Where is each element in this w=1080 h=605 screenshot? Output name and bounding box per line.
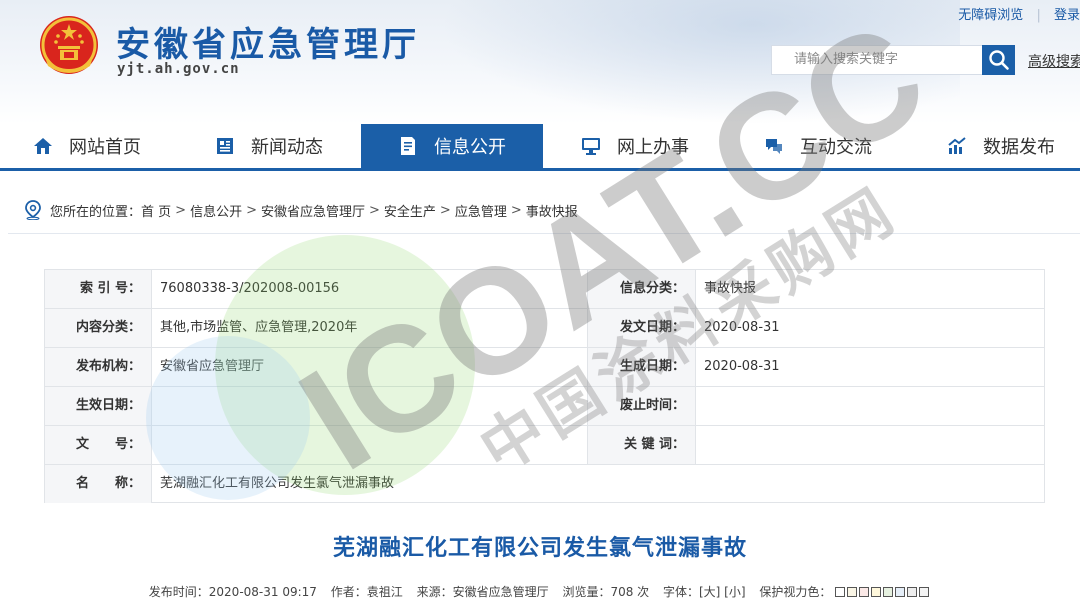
breadcrumb-separator: > [246,202,257,218]
article-source: 来源：安徽省应急管理厅 [416,585,549,599]
meta-value: 其他,市场监管、应急管理,2020年 [152,309,588,347]
eye-care-swatch[interactable] [871,587,882,597]
nav-label: 数据发布 [983,137,1055,158]
eye-care-swatch[interactable] [895,587,906,597]
accessibility-link[interactable]: 无障碍浏览 [958,4,1023,23]
table-row: 索 引 号： 76080338-3/202008-00156 信息分类： 事故快… [45,270,1044,309]
article-title: 芜湖融汇化工有限公司发生氯气泄漏事故 [332,536,747,561]
breadcrumb-item-emergency[interactable]: 应急管理 [455,201,507,220]
table-row: 内容分类： 其他,市场监管、应急管理,2020年 发文日期： 2020-08-3… [45,309,1044,348]
meta-label: 发文日期： [588,309,696,347]
eye-care-swatch[interactable] [859,587,870,597]
breadcrumb: 您所在的位置： 首 页 > 信息公开 > 安徽省应急管理厅 > 安全生产 > 应… [24,200,578,220]
site-title[interactable]: 安徽省应急管理厅 [116,17,420,66]
breadcrumb-divider [8,233,1080,234]
table-row: 名 称： 芜湖融汇化工有限公司发生氯气泄漏事故 [45,465,1044,504]
article-info: 发布时间：2020-08-31 09:17 作者：袁祖江 来源：安徽省应急管理厅… [0,583,1080,600]
meta-value [696,387,1044,425]
breadcrumb-prefix: 您所在的位置： [50,204,142,220]
top-link-divider: | [1036,8,1041,23]
national-emblem-icon[interactable] [36,14,102,80]
login-link[interactable]: 登录 [1054,4,1080,23]
meta-label: 发布机构： [45,348,152,386]
meta-label: 生成日期： [588,348,696,386]
breadcrumb-item-safety[interactable]: 安全生产 [384,201,436,220]
breadcrumb-item-department[interactable]: 安徽省应急管理厅 [261,201,365,220]
table-row: 生效日期： 废止时间： [45,387,1044,426]
table-row: 文 号： 关 键 词： [45,426,1044,465]
meta-value [696,426,1044,464]
search-icon [988,50,1009,70]
eye-care-swatch[interactable] [835,587,846,597]
metadata-table: 索 引 号： 76080338-3/202008-00156 信息分类： 事故快… [44,269,1045,503]
nav-label: 信息公开 [434,137,506,158]
view-count: 浏览量：708 次 [562,585,650,599]
table-row: 发布机构： 安徽省应急管理厅 生成日期： 2020-08-31 [45,348,1044,387]
meta-label: 关 键 词： [588,426,696,464]
meta-label: 内容分类： [45,309,152,347]
nav-item-online-service[interactable]: 网上办事 [581,124,689,168]
meta-value: 安徽省应急管理厅 [152,348,588,386]
search-input[interactable]: 请输入搜索关键字 [771,45,983,75]
location-pin-icon [25,200,41,220]
top-links: 无障碍浏览 | 登录 [958,4,1080,23]
chat-icon [766,139,782,154]
nav-item-data-release[interactable]: 数据发布 [947,124,1055,168]
meta-label: 生效日期： [45,387,152,425]
nav-label: 网上办事 [617,137,689,158]
publish-time: 发布时间：2020-08-31 09:17 [148,585,317,599]
meta-value: 76080338-3/202008-00156 [152,270,588,308]
nav-underline [0,168,1080,171]
meta-label: 信息分类： [588,270,696,308]
advanced-search-link[interactable]: 高级搜索 [1028,51,1080,71]
eye-care-swatch[interactable] [919,587,930,597]
breadcrumb-separator: > [175,202,187,218]
meta-label: 名 称： [45,465,152,503]
nav-item-news[interactable]: 新闻动态 [215,124,323,168]
breadcrumb-item-accident-report[interactable]: 事故快报 [526,201,578,220]
font-size-control[interactable]: 字体：[大] [小] [663,583,746,600]
eye-care-label: 保护视力色： [759,585,832,599]
breadcrumb-separator: > [439,202,451,218]
meta-label: 索 引 号： [45,270,152,308]
meta-value: 事故快报 [704,281,757,296]
eye-care-swatch[interactable] [847,587,858,597]
nav-item-info-public[interactable]: 信息公开 [361,124,543,168]
breadcrumb-separator: > [510,202,522,218]
news-icon [217,138,233,154]
meta-value [152,426,588,464]
eye-care-swatch[interactable] [883,587,894,597]
nav-item-interaction[interactable]: 互动交流 [764,124,872,168]
meta-value: 2020-08-31 [704,359,780,374]
home-icon [34,138,52,154]
eye-care-swatch[interactable] [907,587,918,597]
eye-care-swatches [835,585,931,599]
document-icon [401,137,415,155]
meta-label: 废止时间： [588,387,696,425]
nav-label: 互动交流 [800,137,872,158]
meta-value: 2020-08-31 [704,320,780,335]
breadcrumb-item-info-public[interactable]: 信息公开 [190,201,242,220]
meta-value [152,387,588,425]
article-author: 作者：袁祖江 [330,585,403,599]
search-button[interactable] [982,45,1015,75]
meta-value: 芜湖融汇化工有限公司发生氯气泄漏事故 [160,476,395,491]
nav-label: 新闻动态 [251,137,323,158]
nav-item-home[interactable]: 网站首页 [33,124,141,168]
breadcrumb-item-home[interactable]: 首 页 [141,201,171,220]
chart-icon [948,137,966,154]
breadcrumb-separator: > [369,202,380,218]
meta-label: 文 号： [45,426,152,464]
nav-label: 网站首页 [69,137,141,158]
site-domain: yjt.ah.gov.cn [117,61,240,77]
monitor-icon [582,138,600,155]
